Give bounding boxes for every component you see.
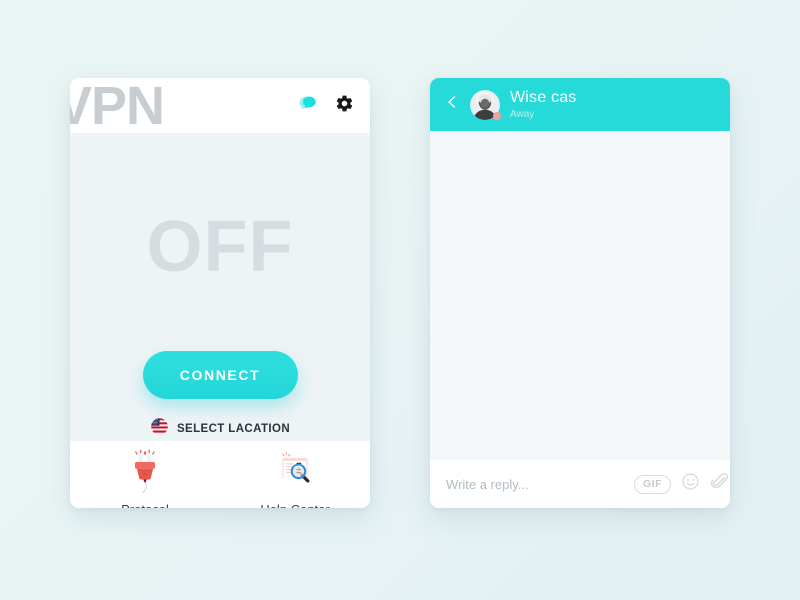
chat-card: Wise cas Away GIF xyxy=(430,78,730,508)
gear-icon[interactable] xyxy=(335,94,354,118)
vpn-tab-bar: Protocol xyxy=(70,441,370,508)
document-search-icon xyxy=(272,447,318,498)
vpn-body: OFF CONNECT SELECT LACATION xyxy=(70,133,370,441)
connect-button[interactable]: CONNECT xyxy=(142,351,298,399)
page-title: VPN xyxy=(70,78,165,133)
status-dot-away xyxy=(493,111,501,120)
vpn-header: VPN xyxy=(70,78,370,133)
tab-help-center-label: Help Center xyxy=(260,502,329,508)
chat-bubble-icon[interactable] xyxy=(298,94,317,118)
chevron-left-icon[interactable] xyxy=(444,94,460,115)
vpn-card: VPN OFF CONNECT SELECT LACATION xyxy=(70,78,370,508)
chat-headings: Wise cas Away xyxy=(510,89,577,121)
chat-header: Wise cas Away xyxy=(430,78,730,131)
chat-composer: GIF xyxy=(430,460,730,508)
vpn-header-actions xyxy=(298,94,354,118)
tab-help-center[interactable]: Help Center xyxy=(220,447,370,508)
select-location-label: SELECT LACATION xyxy=(176,423,291,435)
chat-contact-name: Wise cas xyxy=(510,88,577,106)
avatar[interactable] xyxy=(470,89,501,120)
vpn-status-text: OFF xyxy=(146,207,294,287)
paperclip-icon[interactable] xyxy=(710,472,729,496)
tab-protocol[interactable]: Protocol xyxy=(70,447,220,508)
plug-icon xyxy=(122,447,168,498)
reply-input[interactable] xyxy=(444,475,624,493)
chat-presence-label: Away xyxy=(510,109,535,121)
tab-protocol-label: Protocol xyxy=(121,502,169,508)
select-location-button[interactable]: SELECT LACATION xyxy=(150,417,290,441)
smiley-icon[interactable] xyxy=(681,472,700,496)
us-flag-icon xyxy=(150,417,169,441)
chat-message-list[interactable] xyxy=(430,131,730,460)
gif-button[interactable]: GIF xyxy=(634,474,671,494)
